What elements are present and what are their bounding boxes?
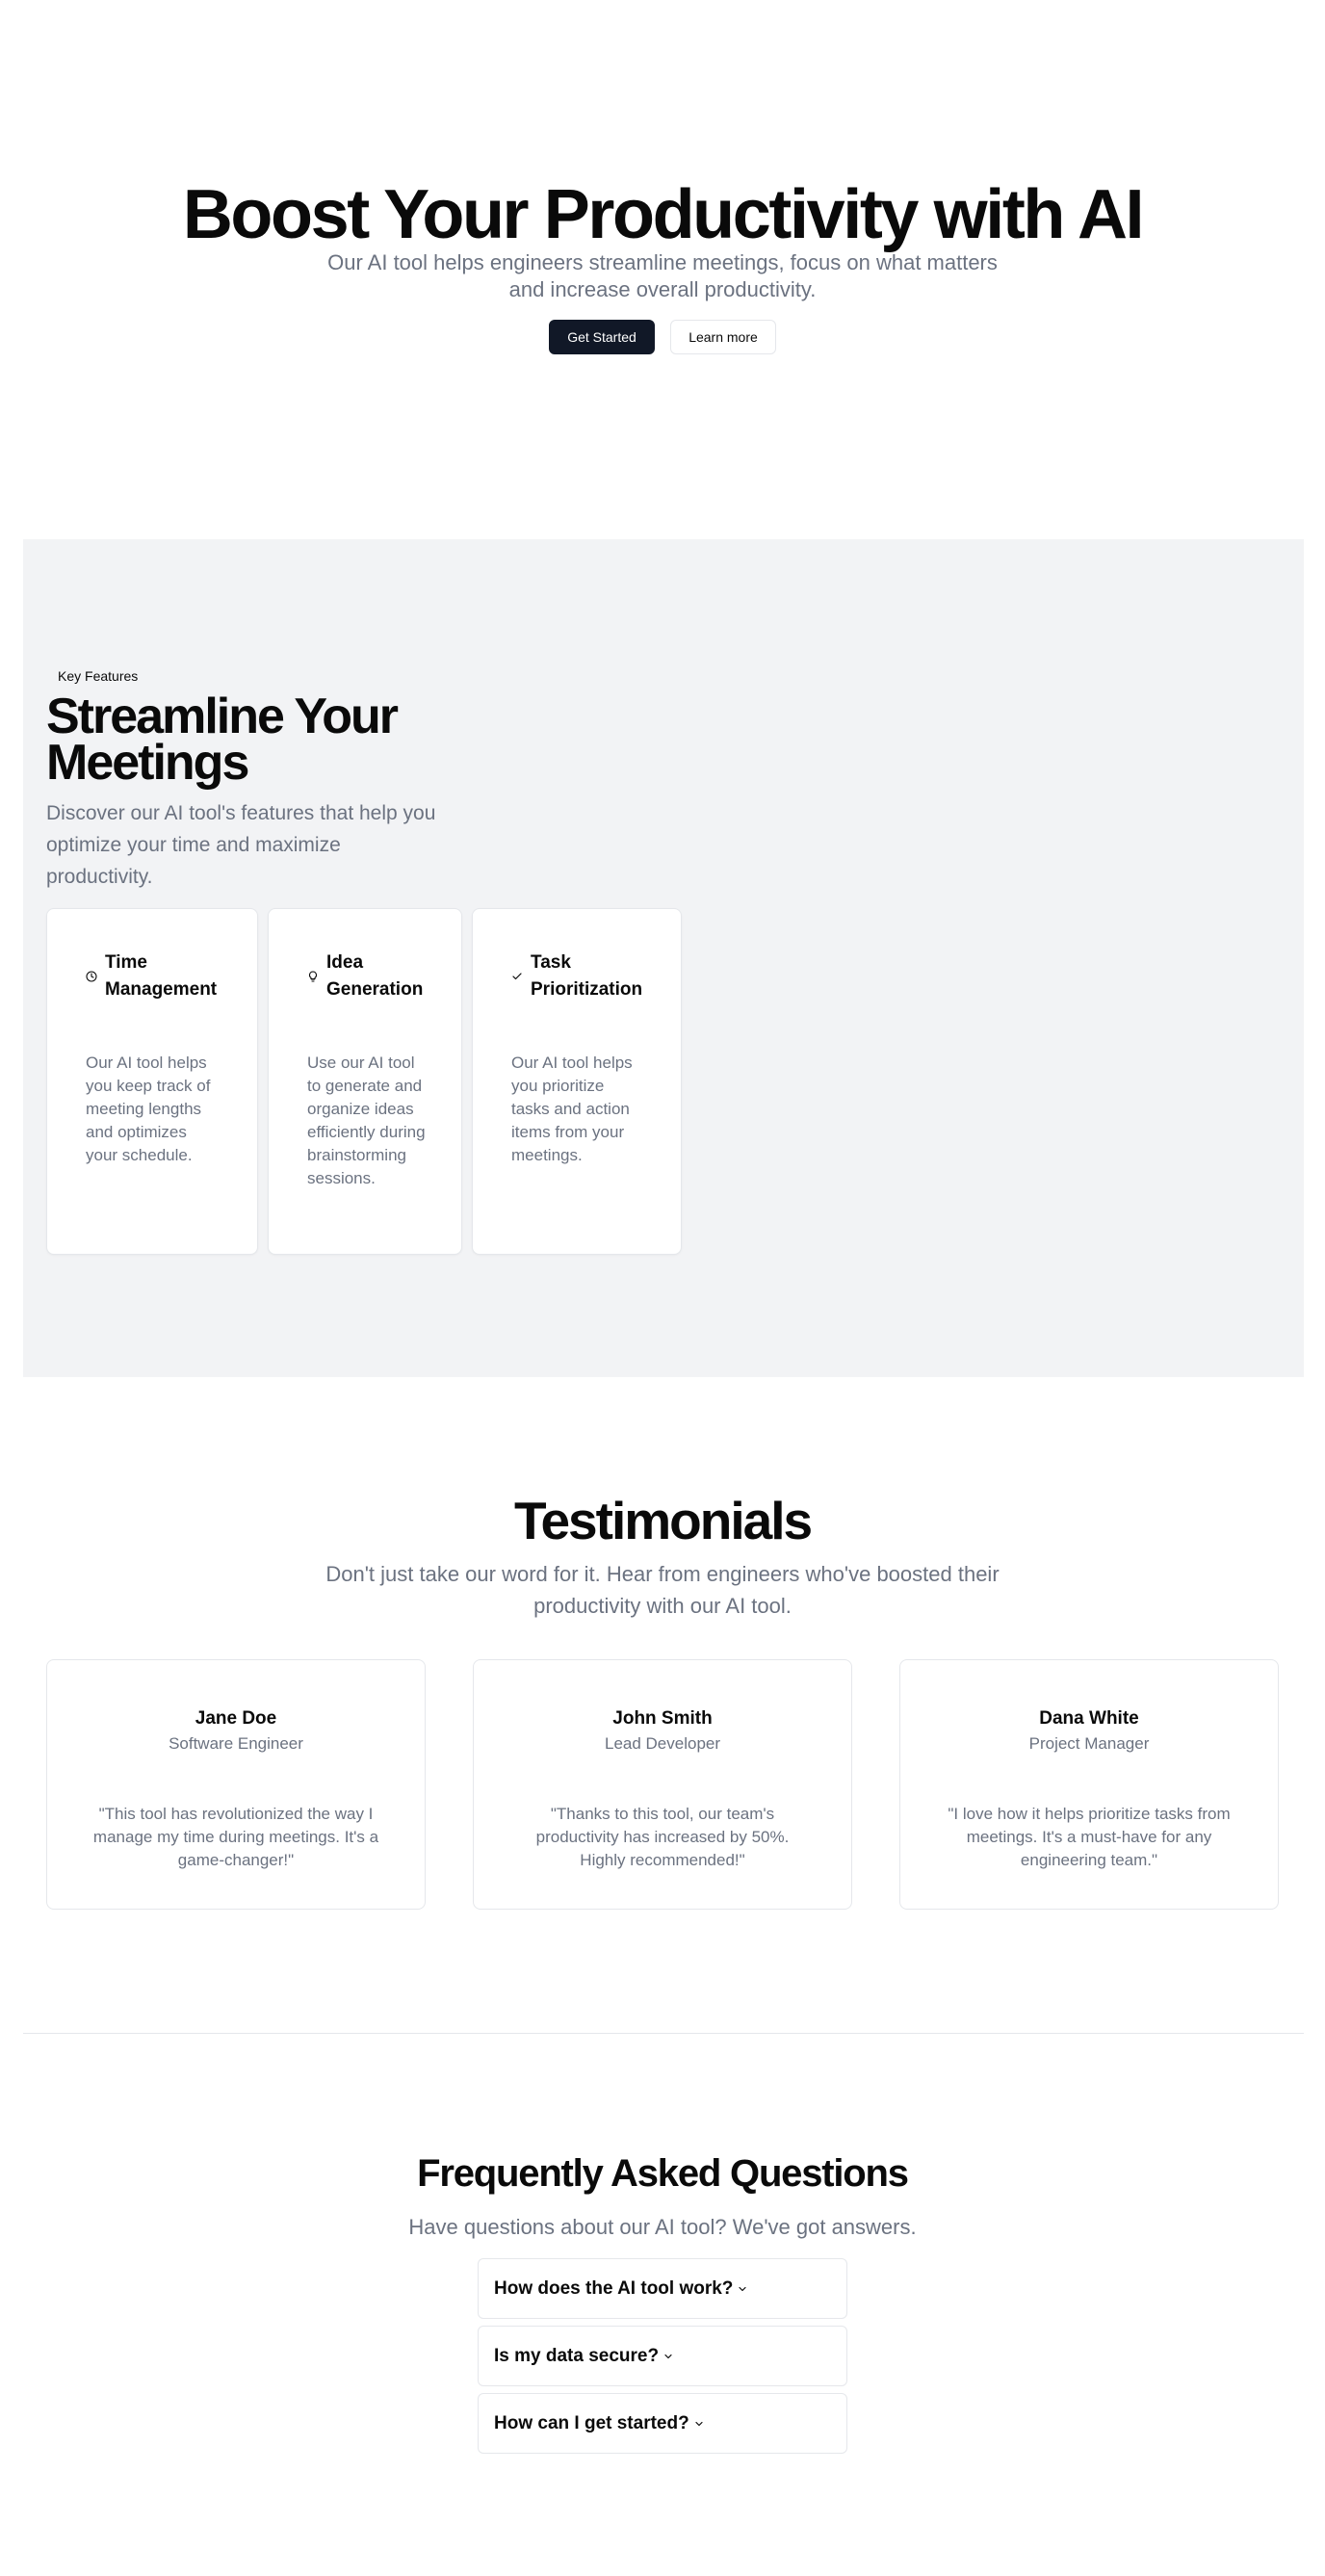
- clock-icon: [86, 971, 97, 982]
- faq-item[interactable]: Is my data secure?: [478, 2326, 847, 2386]
- features-section: Key Features Streamline Your Meetings Di…: [23, 539, 1304, 1377]
- lightbulb-icon: [307, 971, 319, 982]
- testimonial-name: John Smith: [612, 1708, 713, 1729]
- feature-card-description: Use our AI tool to generate and organize…: [307, 1054, 426, 1187]
- feature-card-description: Our AI tool helps you keep track of meet…: [86, 1054, 211, 1164]
- feature-card-time-management: Time Management Our AI tool helps you ke…: [46, 908, 258, 1255]
- get-started-button[interactable]: Get Started: [549, 320, 655, 354]
- testimonial-card: Jane Doe Software Engineer "This tool ha…: [46, 1659, 426, 1910]
- testimonial-card: John Smith Lead Developer "Thanks to thi…: [473, 1659, 852, 1910]
- faq-item[interactable]: How does the AI tool work?: [478, 2258, 847, 2319]
- hero-title: Boost Your Productivity with AI: [182, 176, 1145, 253]
- features-title: Streamline Your Meetings: [46, 689, 399, 791]
- feature-card-header: Idea Generation: [307, 950, 432, 1003]
- faq-question: How can I get started?: [494, 2412, 689, 2433]
- hero-section: Boost Your Productivity with AI Our AI t…: [0, 0, 1325, 539]
- faq-item[interactable]: How can I get started?: [478, 2393, 847, 2454]
- faq-question: Is my data secure?: [494, 2345, 660, 2366]
- check-icon: [511, 971, 523, 982]
- faq-question: How does the AI tool work?: [494, 2277, 734, 2299]
- testimonial-card: Dana White Project Manager "I love how i…: [899, 1659, 1279, 1910]
- features-subtitle: Discover our AI tool's features that hel…: [46, 802, 436, 888]
- faq-title: Frequently Asked Questions: [417, 2152, 909, 2195]
- chevron-down-icon: [693, 2418, 705, 2430]
- feature-card-title: Time Management: [105, 952, 218, 1000]
- feature-card-header: Task Prioritization: [511, 950, 656, 1003]
- feature-card-task-prioritization: Task Prioritization Our AI tool helps yo…: [472, 908, 682, 1255]
- hero-buttons: Get Started Learn more: [0, 320, 1325, 354]
- testimonial-quote: "Thanks to this tool, our team's product…: [535, 1805, 790, 1869]
- testimonials-subtitle: Don't just take our word for it. Hear fr…: [325, 1562, 1000, 1618]
- testimonial-quote: "This tool has revolutionized the way I …: [92, 1805, 379, 1869]
- feature-card-description: Our AI tool helps you prioritize tasks a…: [511, 1054, 633, 1164]
- key-features-badge: Key Features: [58, 668, 139, 684]
- testimonial-quote: "I love how it helps prioritize tasks fr…: [948, 1805, 1231, 1869]
- feature-card-title: Idea Generation: [326, 952, 424, 1000]
- testimonial-name: Jane Doe: [195, 1708, 277, 1729]
- testimonial-role: Project Manager: [1028, 1734, 1150, 1753]
- chevron-down-icon: [662, 2351, 674, 2362]
- chevron-down-icon: [737, 2283, 748, 2295]
- feature-card-header: Time Management: [86, 950, 221, 1003]
- section-divider: [23, 2033, 1304, 2034]
- hero-subtitle: Our AI tool helps engineers streamline m…: [327, 250, 998, 301]
- feature-card-idea-generation: Idea Generation Use our AI tool to gener…: [268, 908, 462, 1255]
- testimonial-role: Software Engineer: [169, 1734, 303, 1753]
- feature-card-title: Task Prioritization: [531, 952, 643, 1000]
- testimonial-name: Dana White: [1039, 1708, 1139, 1729]
- testimonial-role: Lead Developer: [604, 1734, 721, 1753]
- faq-subtitle: Have questions about our AI tool? We've …: [408, 2215, 917, 2239]
- testimonials-title: Testimonials: [513, 1491, 813, 1550]
- learn-more-button[interactable]: Learn more: [670, 320, 776, 354]
